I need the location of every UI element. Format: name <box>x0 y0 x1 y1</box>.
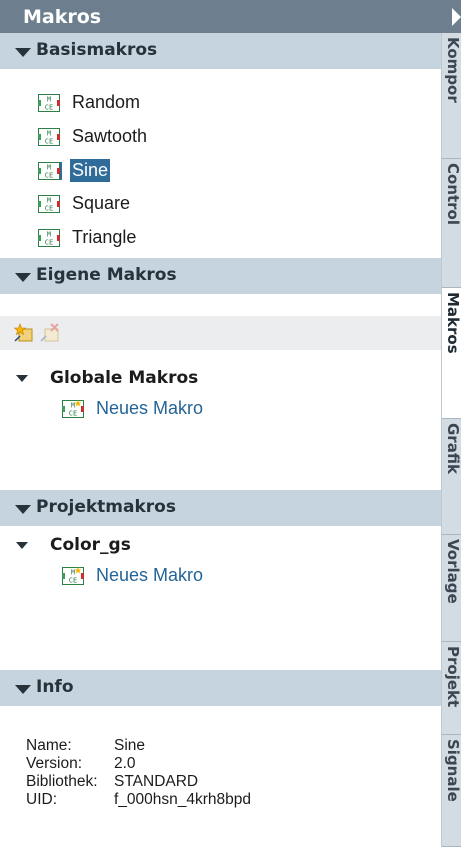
section-title: Projektmakros <box>36 497 176 517</box>
info-row: Name: Sine <box>26 737 251 755</box>
group-globale-makros[interactable]: Globale Makros <box>16 368 198 388</box>
section-header-basismakros[interactable]: Basismakros <box>0 33 441 69</box>
tab-signale[interactable]: Signale <box>442 735 461 847</box>
svg-text:M: M <box>47 230 51 238</box>
tab-label: Kompor <box>444 37 461 103</box>
svg-text:CE: CE <box>45 103 53 111</box>
svg-text:CE: CE <box>45 238 53 246</box>
info-value: f_000hsn_4krh8bpd <box>114 791 252 808</box>
collapse-panel-icon[interactable] <box>452 8 461 26</box>
macro-icon: M CE <box>38 228 62 247</box>
tab-projekt[interactable]: Projekt <box>442 642 461 735</box>
info-row: Bibliothek: STANDARD <box>26 773 251 791</box>
section-header-projektmakros[interactable]: Projektmakros <box>0 490 441 526</box>
tab-label: Makros <box>444 292 461 354</box>
group-label: Color_gs <box>50 535 131 555</box>
tab-label: Signale <box>444 739 461 802</box>
tab-label: Control <box>444 163 461 226</box>
collapse-triangle-icon[interactable] <box>15 273 31 282</box>
new-macro-icon[interactable] <box>13 323 34 343</box>
collapse-triangle-icon[interactable] <box>15 685 31 694</box>
svg-text:CE: CE <box>45 171 53 179</box>
info-key: Version: <box>26 755 83 772</box>
group-color-gs[interactable]: Color_gs <box>16 535 131 555</box>
info-key: Name: <box>26 737 72 754</box>
collapse-triangle-icon[interactable] <box>16 374 28 382</box>
new-macro-file-icon: M CE <box>62 566 86 585</box>
tab-label: Projekt <box>444 646 461 708</box>
macro-label: Random <box>72 92 141 112</box>
section-header-info[interactable]: Info <box>0 670 441 706</box>
panel-title-bar: Makros <box>0 0 461 33</box>
macro-icon: M CE <box>38 127 62 146</box>
collapse-triangle-icon[interactable] <box>15 48 31 57</box>
macro-icon: M CE <box>38 93 62 112</box>
tab-komponenten[interactable]: Kompor <box>442 33 461 159</box>
delete-macro-icon[interactable] <box>40 323 60 343</box>
svg-text:M: M <box>47 95 51 103</box>
collapse-triangle-icon[interactable] <box>15 505 31 514</box>
svg-text:M: M <box>47 196 51 204</box>
macro-item-neues-makro-global[interactable]: M CE Neues Makro <box>62 398 203 419</box>
info-key: Bibliothek: <box>26 773 98 790</box>
svg-text:CE: CE <box>45 137 53 145</box>
macro-label: Neues Makro <box>96 565 204 585</box>
group-label: Globale Makros <box>50 368 199 388</box>
macros-panel: Basismakros M CE Random M CE Sawtooth M CE … <box>0 0 441 847</box>
tab-label: Vorlage <box>444 539 461 604</box>
macro-item-triangle[interactable]: M CE Triangle <box>38 225 138 250</box>
svg-text:CE: CE <box>69 409 77 417</box>
macro-item-neues-makro-projekt[interactable]: M CE Neues Makro <box>62 565 203 586</box>
svg-text:CE: CE <box>45 204 53 212</box>
svg-text:CE: CE <box>69 576 77 584</box>
tab-label: Grafik <box>444 423 461 474</box>
macro-label: Triangle <box>72 227 137 247</box>
macro-icon: M CE <box>38 194 62 213</box>
info-value: STANDARD <box>114 773 199 790</box>
new-macro-file-icon: M CE <box>62 399 86 418</box>
section-header-eigene-makros[interactable]: Eigene Makros <box>0 258 441 294</box>
svg-text:M: M <box>47 129 51 137</box>
tab-makros[interactable]: Makros <box>442 288 461 419</box>
macro-label: Neues Makro <box>96 398 204 418</box>
collapse-triangle-icon[interactable] <box>16 541 28 549</box>
info-value: Sine <box>114 737 146 754</box>
macro-item-random[interactable]: M CE Random <box>38 90 142 115</box>
macro-item-sine[interactable]: M CE Sine <box>38 158 111 183</box>
macro-item-square[interactable]: M CE Square <box>38 191 132 216</box>
panel-title: Makros <box>23 6 102 28</box>
svg-text:M: M <box>71 401 75 409</box>
tab-controls[interactable]: Control <box>442 159 461 288</box>
info-key: UID: <box>26 791 57 808</box>
section-title: Eigene Makros <box>36 265 177 285</box>
svg-text:M: M <box>47 163 51 171</box>
section-title: Info <box>36 677 74 697</box>
info-value: 2.0 <box>114 755 136 772</box>
macro-icon: M CE <box>38 161 62 180</box>
eigene-makros-toolbar <box>0 316 441 350</box>
tab-grafik[interactable]: Grafik <box>442 419 461 535</box>
info-row: Version: 2.0 <box>26 755 251 773</box>
tab-vorlagen[interactable]: Vorlage <box>442 535 461 642</box>
info-row: UID: f_000hsn_4krh8bpd <box>26 791 251 809</box>
side-tab-rail: Kompor Control Makros Grafik Vorlage Pro… <box>441 33 461 847</box>
svg-text:M: M <box>71 568 75 576</box>
macro-label: Square <box>72 193 131 213</box>
section-title: Basismakros <box>36 40 158 60</box>
macro-label: Sawtooth <box>72 126 148 146</box>
macro-item-sawtooth[interactable]: M CE Sawtooth <box>38 124 149 149</box>
macro-label: Sine <box>70 159 111 182</box>
info-details: Name: Sine Version: 2.0 Bibliothek: STANDAR… <box>26 737 251 809</box>
